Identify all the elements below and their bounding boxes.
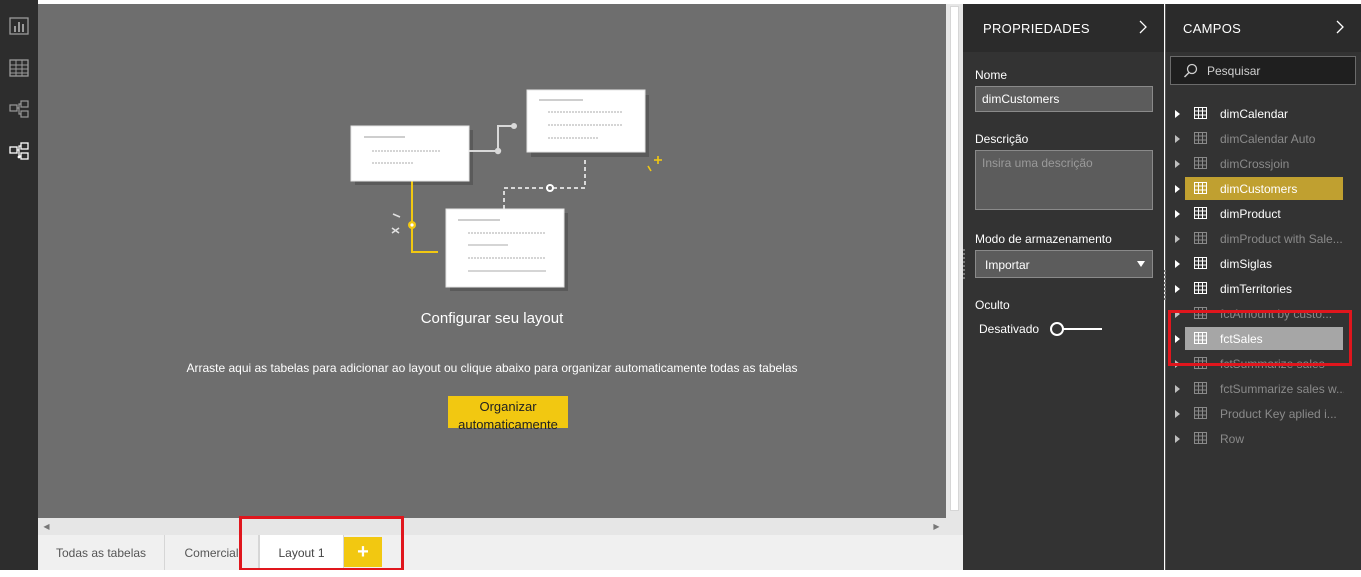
model-view-button[interactable] [0, 91, 38, 127]
expand-caret-icon[interactable] [1175, 410, 1180, 418]
fields-header: CAMPOS [1166, 4, 1361, 52]
field-table-label: dimSiglas [1220, 257, 1273, 271]
field-table-label: Product Key aplied i... [1220, 407, 1337, 421]
field-table-item[interactable]: fctSummarize sales w... [1166, 377, 1361, 402]
app-window: Configurar seu layout Arraste aqui as ta… [0, 0, 1361, 577]
field-table-item[interactable]: Product Key aplied i... [1166, 402, 1361, 427]
table-icon [1194, 257, 1207, 269]
properties-header: PROPRIEDADES [963, 4, 1164, 52]
fields-resize-grip[interactable] [1164, 270, 1166, 300]
expand-caret-icon[interactable] [1175, 435, 1180, 443]
scroll-right-arrow-icon[interactable]: ▶ [928, 518, 945, 535]
chevron-right-icon[interactable] [1333, 19, 1347, 35]
field-table-item[interactable]: Row [1166, 427, 1361, 452]
search-icon [1183, 63, 1198, 78]
field-table-item[interactable]: dimProduct with Sale... [1166, 227, 1361, 252]
data-view-button[interactable] [0, 50, 38, 86]
table-icon [1194, 182, 1207, 194]
table-icon [1194, 407, 1207, 419]
field-table-item[interactable]: dimProduct [1166, 202, 1361, 227]
view-switcher-rail [0, 0, 38, 570]
chevron-right-icon[interactable] [1136, 19, 1150, 35]
expand-caret-icon[interactable] [1175, 210, 1180, 218]
toggle-switch[interactable] [1050, 322, 1103, 336]
layout-title: Configurar seu layout [420, 310, 564, 327]
layout-tabs-bar: Todas as tabelas Comercial Layout 1 + [38, 535, 963, 570]
scroll-left-arrow-icon[interactable]: ◀ [38, 518, 55, 535]
expand-caret-icon[interactable] [1175, 135, 1180, 143]
storage-mode-select[interactable]: Importar [975, 250, 1153, 278]
expand-caret-icon[interactable] [1175, 285, 1180, 293]
fields-title: CAMPOS [1183, 21, 1242, 36]
tabs-highlight-box [239, 516, 404, 571]
table-icon [1194, 207, 1207, 219]
tab-todas-as-tabelas[interactable]: Todas as tabelas [38, 535, 165, 570]
hidden-toggle-state: Desativado [979, 322, 1040, 336]
field-table-label: dimCrossjoin [1220, 157, 1290, 171]
search-placeholder: Pesquisar [1207, 64, 1261, 78]
toggle-knob[interactable] [1050, 322, 1065, 336]
expand-caret-icon[interactable] [1175, 260, 1180, 268]
horizontal-scrollbar[interactable]: ◀ ▶ [38, 518, 963, 535]
auto-arrange-button[interactable]: Organizar automaticamente [448, 396, 568, 432]
field-table-item[interactable]: dimCustomers [1166, 177, 1361, 202]
properties-panel: PROPRIEDADES Nome dimCustomers Descrição… [963, 4, 1164, 570]
name-label: Nome [975, 68, 1008, 82]
field-table-item[interactable]: dimSiglas [1166, 252, 1361, 277]
vertical-scroll-thumb[interactable] [950, 6, 959, 511]
name-field[interactable]: dimCustomers [975, 86, 1153, 112]
field-table-label: fctSummarize sales w... [1220, 382, 1344, 396]
field-table-item[interactable]: dimCrossjoin [1166, 152, 1361, 177]
field-table-label: dimProduct with Sale... [1220, 232, 1343, 246]
description-label: Descrição [975, 132, 1029, 146]
vertical-scrollbar[interactable] [946, 4, 963, 518]
search-input[interactable]: Pesquisar [1170, 56, 1356, 85]
table-icon [1194, 157, 1207, 169]
field-table-item[interactable]: dimCalendar [1166, 102, 1361, 127]
report-view-button[interactable] [0, 8, 38, 44]
table-icon [1194, 432, 1207, 444]
data-view-icon [9, 59, 29, 77]
hidden-label: Oculto [975, 298, 1010, 312]
fctsales-highlight-box [1168, 310, 1352, 366]
table-icon [1194, 282, 1207, 294]
field-table-item[interactable]: dimTerritories [1166, 277, 1361, 302]
field-table-label: dimTerritories [1220, 282, 1293, 296]
auto-arrange-label-line1: Organizar [479, 399, 537, 414]
storage-mode-value: Importar [985, 258, 1030, 272]
expand-caret-icon[interactable] [1175, 110, 1180, 118]
field-table-label: dimCustomers [1220, 182, 1298, 196]
auto-arrange-label-line2: automaticamente [458, 417, 558, 432]
table-icon [1194, 132, 1207, 144]
properties-resize-grip[interactable] [963, 249, 965, 279]
dropdown-caret-icon [1137, 261, 1145, 267]
layout-view-button[interactable] [0, 133, 38, 169]
hidden-toggle[interactable]: Desativado [979, 322, 1103, 336]
expand-caret-icon[interactable] [1175, 160, 1180, 168]
fields-panel: CAMPOS Pesquisar dimCalendar dimCalendar … [1164, 4, 1361, 570]
expand-caret-icon[interactable] [1175, 185, 1180, 193]
table-icon [1194, 107, 1207, 119]
layout-instruction: Arraste aqui as tabelas para adicionar a… [186, 361, 798, 375]
description-field[interactable]: Insira uma descrição [975, 150, 1153, 210]
properties-title: PROPRIEDADES [983, 21, 1090, 36]
field-table-label: Row [1220, 432, 1245, 446]
field-table-label: dimCalendar [1220, 107, 1289, 121]
expand-caret-icon[interactable] [1175, 385, 1180, 393]
table-icon [1194, 382, 1207, 394]
layout-canvas[interactable]: Configurar seu layout Arraste aqui as ta… [38, 4, 946, 518]
layout-view-icon [9, 142, 29, 160]
field-table-label: dimCalendar Auto [1220, 132, 1316, 146]
field-table-item[interactable]: dimCalendar Auto [1166, 127, 1361, 152]
storage-mode-label: Modo de armazenamento [975, 232, 1112, 246]
report-view-icon [9, 17, 29, 35]
field-table-label: dimProduct [1220, 207, 1281, 221]
expand-caret-icon[interactable] [1175, 235, 1180, 243]
table-icon [1194, 232, 1207, 244]
window-bottom-border [0, 570, 1361, 577]
layout-illustration [350, 89, 662, 291]
model-view-icon [9, 100, 29, 118]
